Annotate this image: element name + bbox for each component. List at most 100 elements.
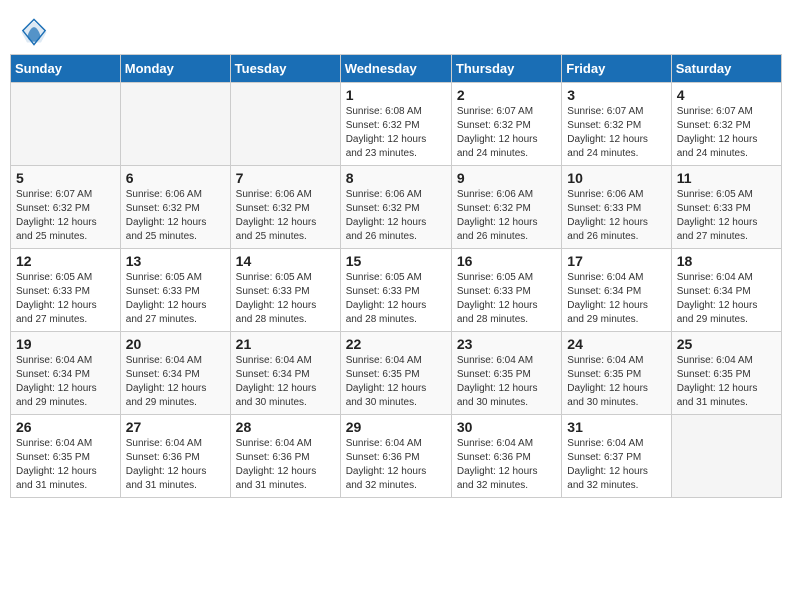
weekday-header: Wednesday bbox=[340, 55, 451, 83]
day-info: Sunrise: 6:04 AM Sunset: 6:35 PM Dayligh… bbox=[457, 354, 556, 410]
day-info: Sunrise: 6:04 AM Sunset: 6:35 PM Dayligh… bbox=[677, 354, 776, 410]
day-number: 22 bbox=[346, 336, 446, 352]
day-number: 13 bbox=[126, 253, 225, 269]
calendar-cell: 13 Sunrise: 6:05 AM Sunset: 6:33 PM Dayli… bbox=[120, 249, 230, 332]
day-number: 11 bbox=[677, 170, 776, 186]
day-info: Sunrise: 6:05 AM Sunset: 6:33 PM Dayligh… bbox=[457, 271, 556, 327]
weekday-header: Tuesday bbox=[230, 55, 340, 83]
calendar-cell: 18 Sunrise: 6:04 AM Sunset: 6:34 PM Dayli… bbox=[671, 249, 781, 332]
calendar-cell: 4 Sunrise: 6:07 AM Sunset: 6:32 PM Daylig… bbox=[671, 83, 781, 166]
day-number: 31 bbox=[567, 419, 665, 435]
day-info: Sunrise: 6:04 AM Sunset: 6:34 PM Dayligh… bbox=[567, 271, 665, 327]
day-number: 28 bbox=[236, 419, 335, 435]
weekday-header: Monday bbox=[120, 55, 230, 83]
day-number: 25 bbox=[677, 336, 776, 352]
calendar-cell: 25 Sunrise: 6:04 AM Sunset: 6:35 PM Dayli… bbox=[671, 332, 781, 415]
day-info: Sunrise: 6:04 AM Sunset: 6:36 PM Dayligh… bbox=[346, 437, 446, 493]
calendar-cell: 15Sunrise: 6:05 AM Sunset: 6:33 PM Dayli… bbox=[340, 249, 451, 332]
weekday-header: Thursday bbox=[451, 55, 561, 83]
day-number: 12 bbox=[16, 253, 115, 269]
day-info: Sunrise: 6:04 AM Sunset: 6:35 PM Dayligh… bbox=[16, 437, 115, 493]
day-number: 7 bbox=[236, 170, 335, 186]
weekday-header: Sunday bbox=[11, 55, 121, 83]
day-number: 29 bbox=[346, 419, 446, 435]
day-info: Sunrise: 6:05 AM Sunset: 6:33 PM Dayligh… bbox=[677, 188, 776, 244]
calendar-cell: 1 Sunrise: 6:08 AM Sunset: 6:32 PM Daylig… bbox=[340, 83, 451, 166]
calendar-cell bbox=[120, 83, 230, 166]
calendar-cell: 29 Sunrise: 6:04 AM Sunset: 6:36 PM Dayli… bbox=[340, 415, 451, 498]
day-info: Sunrise: 6:06 AM Sunset: 6:32 PM Dayligh… bbox=[236, 188, 335, 244]
day-info: Sunrise: 6:06 AM Sunset: 6:32 PM Dayligh… bbox=[457, 188, 556, 244]
calendar-cell: 17Sunrise: 6:04 AM Sunset: 6:34 PM Dayli… bbox=[562, 249, 671, 332]
day-info: Sunrise: 6:04 AM Sunset: 6:34 PM Dayligh… bbox=[236, 354, 335, 410]
day-info: Sunrise: 6:07 AM Sunset: 6:32 PM Dayligh… bbox=[16, 188, 115, 244]
calendar-table: SundayMondayTuesdayWednesdayThursdayFrid… bbox=[10, 54, 782, 498]
day-info: Sunrise: 6:04 AM Sunset: 6:35 PM Dayligh… bbox=[346, 354, 446, 410]
day-number: 4 bbox=[677, 87, 776, 103]
calendar-cell: 9 Sunrise: 6:06 AM Sunset: 6:32 PM Daylig… bbox=[451, 166, 561, 249]
calendar-cell: 6Sunrise: 6:06 AM Sunset: 6:32 PM Daylig… bbox=[120, 166, 230, 249]
day-number: 10 bbox=[567, 170, 665, 186]
calendar-week-row: 12 Sunrise: 6:05 AM Sunset: 6:33 PM Dayli… bbox=[11, 249, 782, 332]
calendar-cell: 2Sunrise: 6:07 AM Sunset: 6:32 PM Daylig… bbox=[451, 83, 561, 166]
day-info: Sunrise: 6:07 AM Sunset: 6:32 PM Dayligh… bbox=[457, 105, 556, 161]
calendar-cell: 22 Sunrise: 6:04 AM Sunset: 6:35 PM Dayli… bbox=[340, 332, 451, 415]
day-info: Sunrise: 6:05 AM Sunset: 6:33 PM Dayligh… bbox=[126, 271, 225, 327]
calendar-cell: 7 Sunrise: 6:06 AM Sunset: 6:32 PM Daylig… bbox=[230, 166, 340, 249]
day-info: Sunrise: 6:04 AM Sunset: 6:34 PM Dayligh… bbox=[126, 354, 225, 410]
day-number: 20 bbox=[126, 336, 225, 352]
calendar-week-row: 19 Sunrise: 6:04 AM Sunset: 6:34 PM Dayli… bbox=[11, 332, 782, 415]
day-info: Sunrise: 6:04 AM Sunset: 6:36 PM Dayligh… bbox=[457, 437, 556, 493]
calendar-week-row: 5 Sunrise: 6:07 AM Sunset: 6:32 PM Daylig… bbox=[11, 166, 782, 249]
calendar-cell: 5 Sunrise: 6:07 AM Sunset: 6:32 PM Daylig… bbox=[11, 166, 121, 249]
calendar-cell: 10Sunrise: 6:06 AM Sunset: 6:33 PM Dayli… bbox=[562, 166, 671, 249]
day-info: Sunrise: 6:04 AM Sunset: 6:37 PM Dayligh… bbox=[567, 437, 665, 493]
day-number: 18 bbox=[677, 253, 776, 269]
calendar-cell bbox=[671, 415, 781, 498]
calendar-cell bbox=[11, 83, 121, 166]
calendar-cell: 8 Sunrise: 6:06 AM Sunset: 6:32 PM Daylig… bbox=[340, 166, 451, 249]
day-number: 1 bbox=[346, 87, 446, 103]
day-info: Sunrise: 6:04 AM Sunset: 6:34 PM Dayligh… bbox=[16, 354, 115, 410]
calendar-cell: 28Sunrise: 6:04 AM Sunset: 6:36 PM Dayli… bbox=[230, 415, 340, 498]
day-number: 30 bbox=[457, 419, 556, 435]
day-info: Sunrise: 6:06 AM Sunset: 6:32 PM Dayligh… bbox=[346, 188, 446, 244]
calendar-cell: 19 Sunrise: 6:04 AM Sunset: 6:34 PM Dayli… bbox=[11, 332, 121, 415]
calendar-cell: 11 Sunrise: 6:05 AM Sunset: 6:33 PM Dayli… bbox=[671, 166, 781, 249]
weekday-header: Saturday bbox=[671, 55, 781, 83]
day-info: Sunrise: 6:08 AM Sunset: 6:32 PM Dayligh… bbox=[346, 105, 446, 161]
day-number: 6 bbox=[126, 170, 225, 186]
calendar-cell: 3 Sunrise: 6:07 AM Sunset: 6:32 PM Daylig… bbox=[562, 83, 671, 166]
calendar-cell: 27Sunrise: 6:04 AM Sunset: 6:36 PM Dayli… bbox=[120, 415, 230, 498]
logo bbox=[20, 18, 50, 46]
day-number: 21 bbox=[236, 336, 335, 352]
day-number: 5 bbox=[16, 170, 115, 186]
calendar-cell: 26 Sunrise: 6:04 AM Sunset: 6:35 PM Dayli… bbox=[11, 415, 121, 498]
day-number: 27 bbox=[126, 419, 225, 435]
calendar-cell: 23Sunrise: 6:04 AM Sunset: 6:35 PM Dayli… bbox=[451, 332, 561, 415]
day-info: Sunrise: 6:05 AM Sunset: 6:33 PM Dayligh… bbox=[16, 271, 115, 327]
calendar-cell: 12 Sunrise: 6:05 AM Sunset: 6:33 PM Dayli… bbox=[11, 249, 121, 332]
day-info: Sunrise: 6:04 AM Sunset: 6:34 PM Dayligh… bbox=[677, 271, 776, 327]
calendar-week-row: 1 Sunrise: 6:08 AM Sunset: 6:32 PM Daylig… bbox=[11, 83, 782, 166]
day-number: 19 bbox=[16, 336, 115, 352]
calendar-cell: 30 Sunrise: 6:04 AM Sunset: 6:36 PM Dayli… bbox=[451, 415, 561, 498]
calendar-cell: 21 Sunrise: 6:04 AM Sunset: 6:34 PM Dayli… bbox=[230, 332, 340, 415]
day-number: 3 bbox=[567, 87, 665, 103]
day-number: 26 bbox=[16, 419, 115, 435]
calendar-header-row: SundayMondayTuesdayWednesdayThursdayFrid… bbox=[11, 55, 782, 83]
page-header bbox=[10, 10, 782, 50]
day-number: 8 bbox=[346, 170, 446, 186]
day-number: 9 bbox=[457, 170, 556, 186]
day-number: 16 bbox=[457, 253, 556, 269]
calendar-cell: 20 Sunrise: 6:04 AM Sunset: 6:34 PM Dayli… bbox=[120, 332, 230, 415]
day-info: Sunrise: 6:07 AM Sunset: 6:32 PM Dayligh… bbox=[677, 105, 776, 161]
calendar-cell: 14Sunrise: 6:05 AM Sunset: 6:33 PM Dayli… bbox=[230, 249, 340, 332]
weekday-header: Friday bbox=[562, 55, 671, 83]
day-number: 15 bbox=[346, 253, 446, 269]
calendar-cell: 31 Sunrise: 6:04 AM Sunset: 6:37 PM Dayli… bbox=[562, 415, 671, 498]
logo-icon bbox=[20, 18, 48, 46]
day-number: 14 bbox=[236, 253, 335, 269]
calendar-cell bbox=[230, 83, 340, 166]
day-info: Sunrise: 6:07 AM Sunset: 6:32 PM Dayligh… bbox=[567, 105, 665, 161]
